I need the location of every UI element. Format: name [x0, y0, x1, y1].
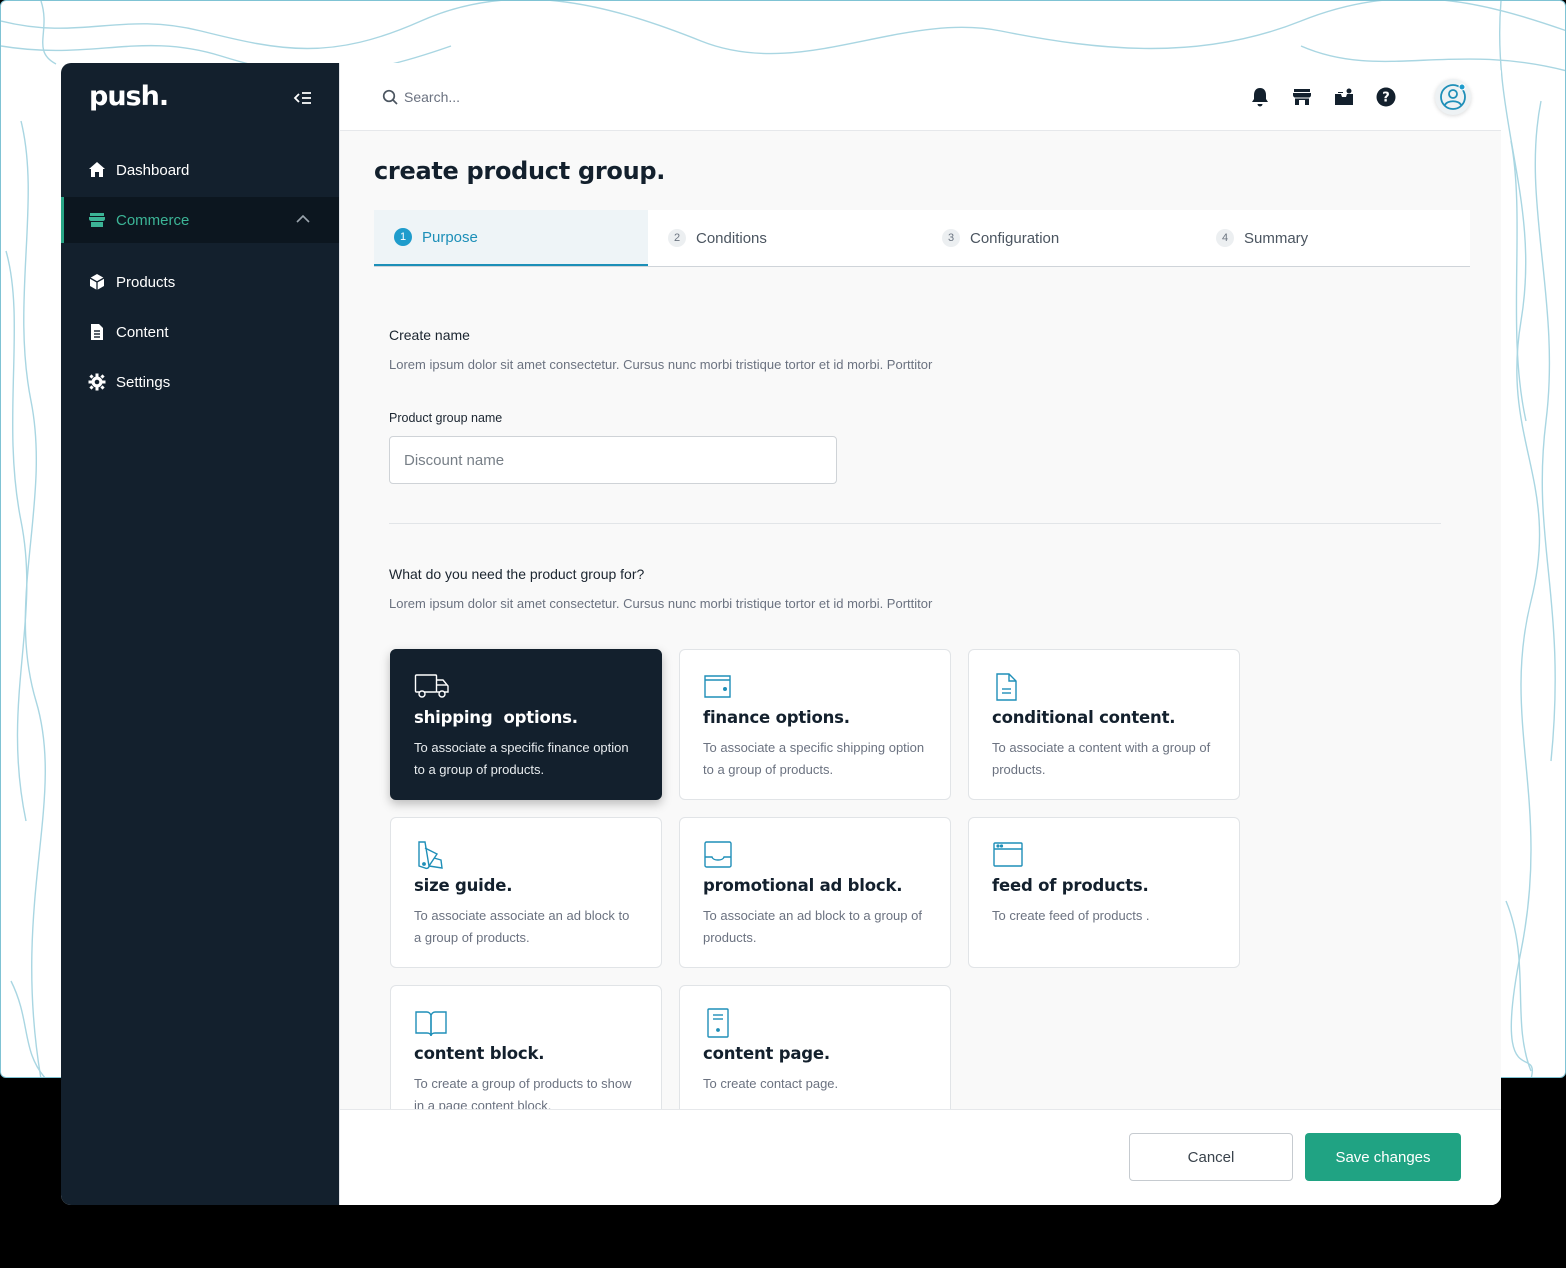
step-number: 1 — [394, 228, 412, 246]
store-icon — [88, 211, 106, 229]
card-description: To associate a specific finance option t… — [414, 740, 629, 777]
step-configuration[interactable]: 3 Configuration — [922, 210, 1196, 266]
sidebar-item-label: Products — [116, 273, 176, 291]
card-description: To create feed of products . — [992, 908, 1150, 923]
card-description: To associate associate an ad block to a … — [414, 908, 630, 945]
card-title: size guide. — [414, 876, 513, 895]
step-number: 4 — [1216, 229, 1234, 247]
main-content: ? create product group. 1 Purpose 2 Cond… — [339, 63, 1501, 1205]
card-description: To associate an ad block to a group of p… — [703, 908, 922, 945]
product-group-name-label: Product group name — [389, 411, 503, 425]
step-label: Purpose — [422, 228, 478, 246]
step-label: Configuration — [970, 229, 1060, 247]
sidebar-item-commerce[interactable]: Commerce — [61, 197, 339, 243]
brand-logo: push. — [89, 81, 169, 112]
sidebar: push. Dashboard Commerce Products Conten… — [61, 63, 339, 1205]
card-promotional-ad-block[interactable]: promotional ad block. To associate an ad… — [679, 817, 951, 968]
step-label: Conditions — [696, 229, 767, 247]
card-title: promotional ad block. — [703, 876, 903, 895]
sidebar-item-label: Settings — [116, 373, 171, 391]
chevron-up-icon[interactable] — [295, 211, 311, 228]
home-icon — [88, 161, 106, 179]
browser-icon — [992, 840, 1028, 870]
collapse-sidebar-icon[interactable] — [293, 89, 315, 109]
step-label: Summary — [1244, 229, 1309, 247]
step-purpose[interactable]: 1 Purpose — [374, 210, 648, 266]
page-icon — [703, 1008, 739, 1038]
card-size-guide[interactable]: size guide. To associate associate an ad… — [390, 817, 662, 968]
document-icon — [88, 323, 106, 341]
product-group-name-input[interactable] — [389, 436, 837, 484]
card-title: conditional content. — [992, 708, 1176, 727]
swatch-icon — [414, 840, 450, 870]
card-content-page[interactable]: content page. To create contact page. — [679, 985, 951, 1109]
sidebar-item-products[interactable]: Products — [61, 259, 339, 305]
scroll-region: create product group. 1 Purpose 2 Condit… — [340, 63, 1501, 1109]
name-section-title: Create name — [389, 327, 470, 343]
purpose-section-description: Lorem ipsum dolor sit amet consectetur. … — [389, 596, 933, 611]
purpose-section-title: What do you need the product group for? — [389, 566, 645, 582]
book-icon — [414, 1008, 450, 1038]
name-section-description: Lorem ipsum dolor sit amet consectetur. … — [389, 357, 933, 372]
stepper: 1 Purpose 2 Conditions 3 Configuration 4… — [374, 210, 1470, 267]
step-number: 3 — [942, 229, 960, 247]
tray-icon — [703, 840, 739, 870]
card-title: feed of products. — [992, 876, 1149, 895]
gear-icon — [88, 373, 106, 391]
sidebar-item-label: Commerce — [116, 211, 190, 229]
card-description: To create contact page. — [703, 1076, 839, 1091]
sidebar-item-label: Content — [116, 323, 169, 341]
cube-icon — [88, 273, 106, 291]
card-conditional-content[interactable]: conditional content. To associate a cont… — [968, 649, 1240, 800]
card-description: To create a group of products to show in… — [414, 1076, 632, 1109]
card-feed-of-products[interactable]: feed of products. To create feed of prod… — [968, 817, 1240, 968]
sidebar-item-label: Dashboard — [116, 161, 190, 179]
card-description: To associate a content with a group of p… — [992, 740, 1211, 777]
step-number: 2 — [668, 229, 686, 247]
card-title: content page. — [703, 1044, 830, 1063]
save-changes-button[interactable]: Save changes — [1305, 1133, 1461, 1181]
card-description: To associate a specific shipping option … — [703, 740, 925, 777]
sidebar-item-dashboard[interactable]: Dashboard — [61, 147, 339, 193]
sidebar-item-settings[interactable]: Settings — [61, 359, 339, 405]
sidebar-item-content[interactable]: Content — [61, 309, 339, 355]
wallet-icon — [703, 672, 739, 702]
truck-icon — [414, 672, 450, 702]
cancel-button[interactable]: Cancel — [1129, 1133, 1293, 1181]
step-summary[interactable]: 4 Summary — [1196, 210, 1470, 266]
card-content-block[interactable]: content block. To create a group of prod… — [390, 985, 662, 1109]
card-title: finance options. — [703, 708, 850, 727]
app-window: push. Dashboard Commerce Products Conten… — [61, 63, 1501, 1205]
card-title: content block. — [414, 1044, 545, 1063]
card-finance-options[interactable]: finance options. To associate a specific… — [679, 649, 951, 800]
section-divider — [389, 523, 1441, 524]
page-title: create product group. — [374, 157, 666, 185]
card-shipping-options[interactable]: shipping options. To associate a specifi… — [390, 649, 662, 800]
step-conditions[interactable]: 2 Conditions — [648, 210, 922, 266]
file-icon — [992, 672, 1028, 702]
footer-actions: Cancel Save changes — [340, 1109, 1501, 1205]
card-title: shipping options. — [414, 708, 578, 727]
